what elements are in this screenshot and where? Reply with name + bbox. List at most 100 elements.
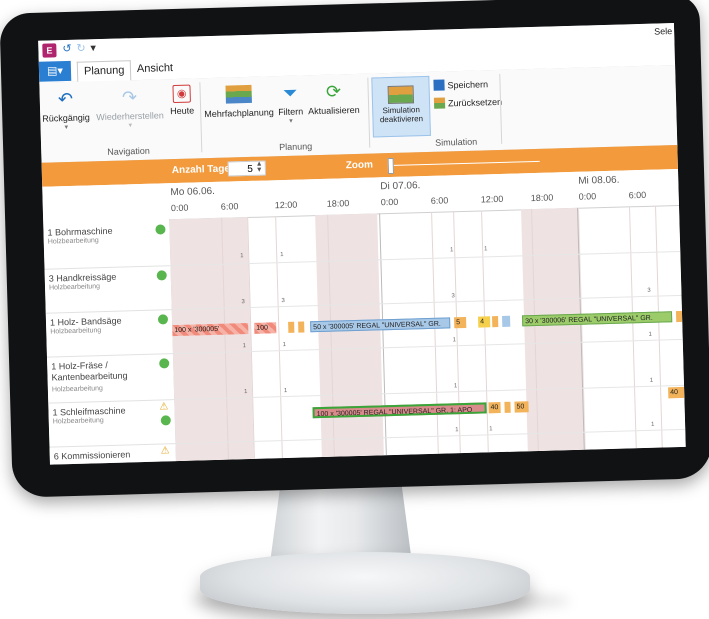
resource-sub: Holzbearbeitung — [47, 237, 99, 246]
undo-label: Rückgängig — [42, 112, 90, 124]
non-working-shade — [521, 207, 586, 452]
resource-row[interactable]: 1 Bohrmaschine Holzbearbeitung — [43, 219, 171, 270]
ribbon-separator — [499, 73, 503, 144]
capacity-tick: 1 — [489, 426, 493, 433]
capacity-tick: 1 — [649, 377, 654, 384]
task-bar[interactable]: 40 — [668, 386, 685, 399]
task-bar[interactable]: 100 x '300005' — [172, 323, 249, 337]
resource-row[interactable]: 1 Schleifmaschine Holzbearbeitung ⚠ — [48, 399, 176, 448]
tab-ansicht[interactable]: Ansicht — [131, 59, 180, 79]
hour-label: 6:00 — [628, 189, 647, 201]
day-label: Mi 08.06. — [578, 174, 620, 187]
group-planning-label: Planung — [279, 141, 313, 153]
capacity-tick: 3 — [281, 298, 285, 305]
tab-planung[interactable]: Planung — [76, 60, 132, 83]
status-ok-icon — [159, 358, 170, 369]
capacity-tick: 1 — [648, 331, 653, 338]
file-menu-icon[interactable]: ▤▾ — [38, 60, 72, 82]
capacity-tick: 1 — [280, 252, 284, 259]
capacity-tick: 1 — [452, 337, 457, 344]
task-bar[interactable] — [675, 310, 683, 323]
day-label: Di 07.06. — [380, 180, 421, 193]
resource-column: 1 Bohrmaschine Holzbearbeitung 3 Handkre… — [43, 219, 177, 465]
status-ok-icon — [156, 270, 167, 281]
monitor-bezel: E ↺ ↻ ▾ Sele ▤▾ Planung Ansicht ↶ Rückgä… — [0, 0, 709, 498]
grid-line — [654, 205, 663, 448]
capacity-tick: 1 — [243, 389, 248, 396]
zoom-slider-thumb[interactable] — [387, 157, 395, 175]
task-bar[interactable]: 100 — [254, 322, 277, 334]
refresh-button[interactable]: ⟳ Aktualisieren — [307, 80, 360, 117]
warning-icon: ⚠ — [160, 445, 170, 457]
resource-row[interactable]: 6 Kommissionieren ⚠ — [49, 443, 176, 465]
task-bar[interactable]: 50 — [514, 401, 529, 413]
filter-label: Filtern — [278, 106, 304, 118]
task-bar[interactable] — [502, 315, 511, 327]
today-label: Heute — [170, 105, 195, 117]
task-bar[interactable] — [298, 321, 305, 333]
selection-label: Sele — [653, 26, 673, 37]
spinner-arrows-icon[interactable]: ▲ ▼ — [256, 161, 263, 174]
reset-button[interactable]: Zurücksetzen — [433, 96, 502, 109]
task-bar[interactable] — [288, 321, 295, 333]
capacity-tick: 1 — [282, 341, 287, 349]
save-button[interactable]: Speichern — [433, 78, 488, 91]
resource-row[interactable]: 3 Handkreissäge Holzbearbeitung — [44, 265, 172, 314]
simulation-toggle-button[interactable]: Simulation deaktivieren — [371, 75, 431, 138]
resource-row[interactable]: 1 Holz- Bandsäge Holzbearbeitung — [45, 309, 173, 358]
capacity-tick: 3 — [241, 299, 245, 306]
status-ok-icon — [160, 415, 171, 426]
zoom-label: Zoom — [345, 159, 374, 172]
resource-sub: Holzbearbeitung — [50, 327, 102, 336]
group-simulation-label: Simulation — [435, 136, 478, 148]
hour-label: 12:00 — [274, 199, 298, 211]
day-label: Mo 06.06. — [170, 185, 216, 199]
capacity-tick: 1 — [651, 421, 655, 428]
capacity-tick: 1 — [455, 427, 459, 434]
ribbon-separator — [367, 77, 371, 148]
undo-button[interactable]: ↶ Rückgängig ▾ — [41, 87, 90, 131]
monitor-stand-base — [200, 552, 530, 614]
status-ok-icon — [155, 224, 166, 235]
simulation-icon — [387, 85, 415, 105]
task-bar[interactable] — [492, 316, 499, 328]
task-bar[interactable]: 5 — [454, 316, 467, 329]
resource-row[interactable]: 1 Holz-Fräse / Kantenbearbeitung Holzbea… — [46, 353, 175, 404]
grid-line — [453, 211, 461, 454]
filter-icon: ⏷ — [282, 82, 298, 103]
save-icon — [433, 79, 445, 91]
grid-line — [628, 206, 637, 449]
undo-quick-icon[interactable]: ↺ — [62, 43, 74, 55]
customize-quick-icon[interactable]: ▾ — [90, 42, 102, 54]
gantt-chart: Mo 06.06. Di 07.06. Mi 08.06. 0:00 6:00 … — [42, 168, 686, 465]
resource-sub: Holzbearbeitung — [48, 283, 101, 292]
app-window: E ↺ ↻ ▾ Sele ▤▾ Planung Ansicht ↶ Rückgä… — [38, 23, 686, 465]
refresh-icon: ⟳ — [325, 81, 342, 102]
grid-line — [431, 211, 439, 454]
capacity-tick: 1 — [242, 343, 247, 350]
zoom-slider-track[interactable] — [389, 160, 540, 167]
group-navigation-label: Navigation — [107, 145, 150, 157]
non-working-shade — [315, 213, 384, 458]
capacity-tick: 1 — [450, 247, 454, 254]
task-bar[interactable] — [504, 401, 511, 413]
capacity-tick: 1 — [453, 383, 458, 390]
hour-label: 12:00 — [480, 193, 504, 205]
task-bar[interactable]: 40 — [488, 402, 501, 414]
undo-icon: ↶ — [57, 88, 74, 110]
redo-button[interactable]: ↷ Wiederherstellen ▾ — [95, 85, 164, 130]
status-ok-icon — [157, 314, 169, 325]
hour-label: 18:00 — [326, 198, 350, 209]
multiplan-button[interactable]: Mehrfachplanung — [203, 82, 274, 119]
multiplan-label: Mehrfachplanung — [204, 107, 274, 120]
capacity-tick: 1 — [484, 246, 488, 253]
filter-button[interactable]: ⏷ Filtern ▾ — [277, 81, 303, 125]
reset-icon — [433, 97, 446, 109]
hour-label: 6:00 — [430, 195, 449, 206]
task-bar[interactable]: 4 — [478, 316, 491, 328]
resource-name: 1 Bohrmaschine — [47, 225, 113, 238]
capacity-tick: 1 — [283, 387, 288, 395]
today-button[interactable]: ◉ Heute — [169, 84, 194, 116]
refresh-label: Aktualisieren — [308, 104, 360, 117]
redo-quick-icon[interactable]: ↻ — [76, 42, 88, 54]
